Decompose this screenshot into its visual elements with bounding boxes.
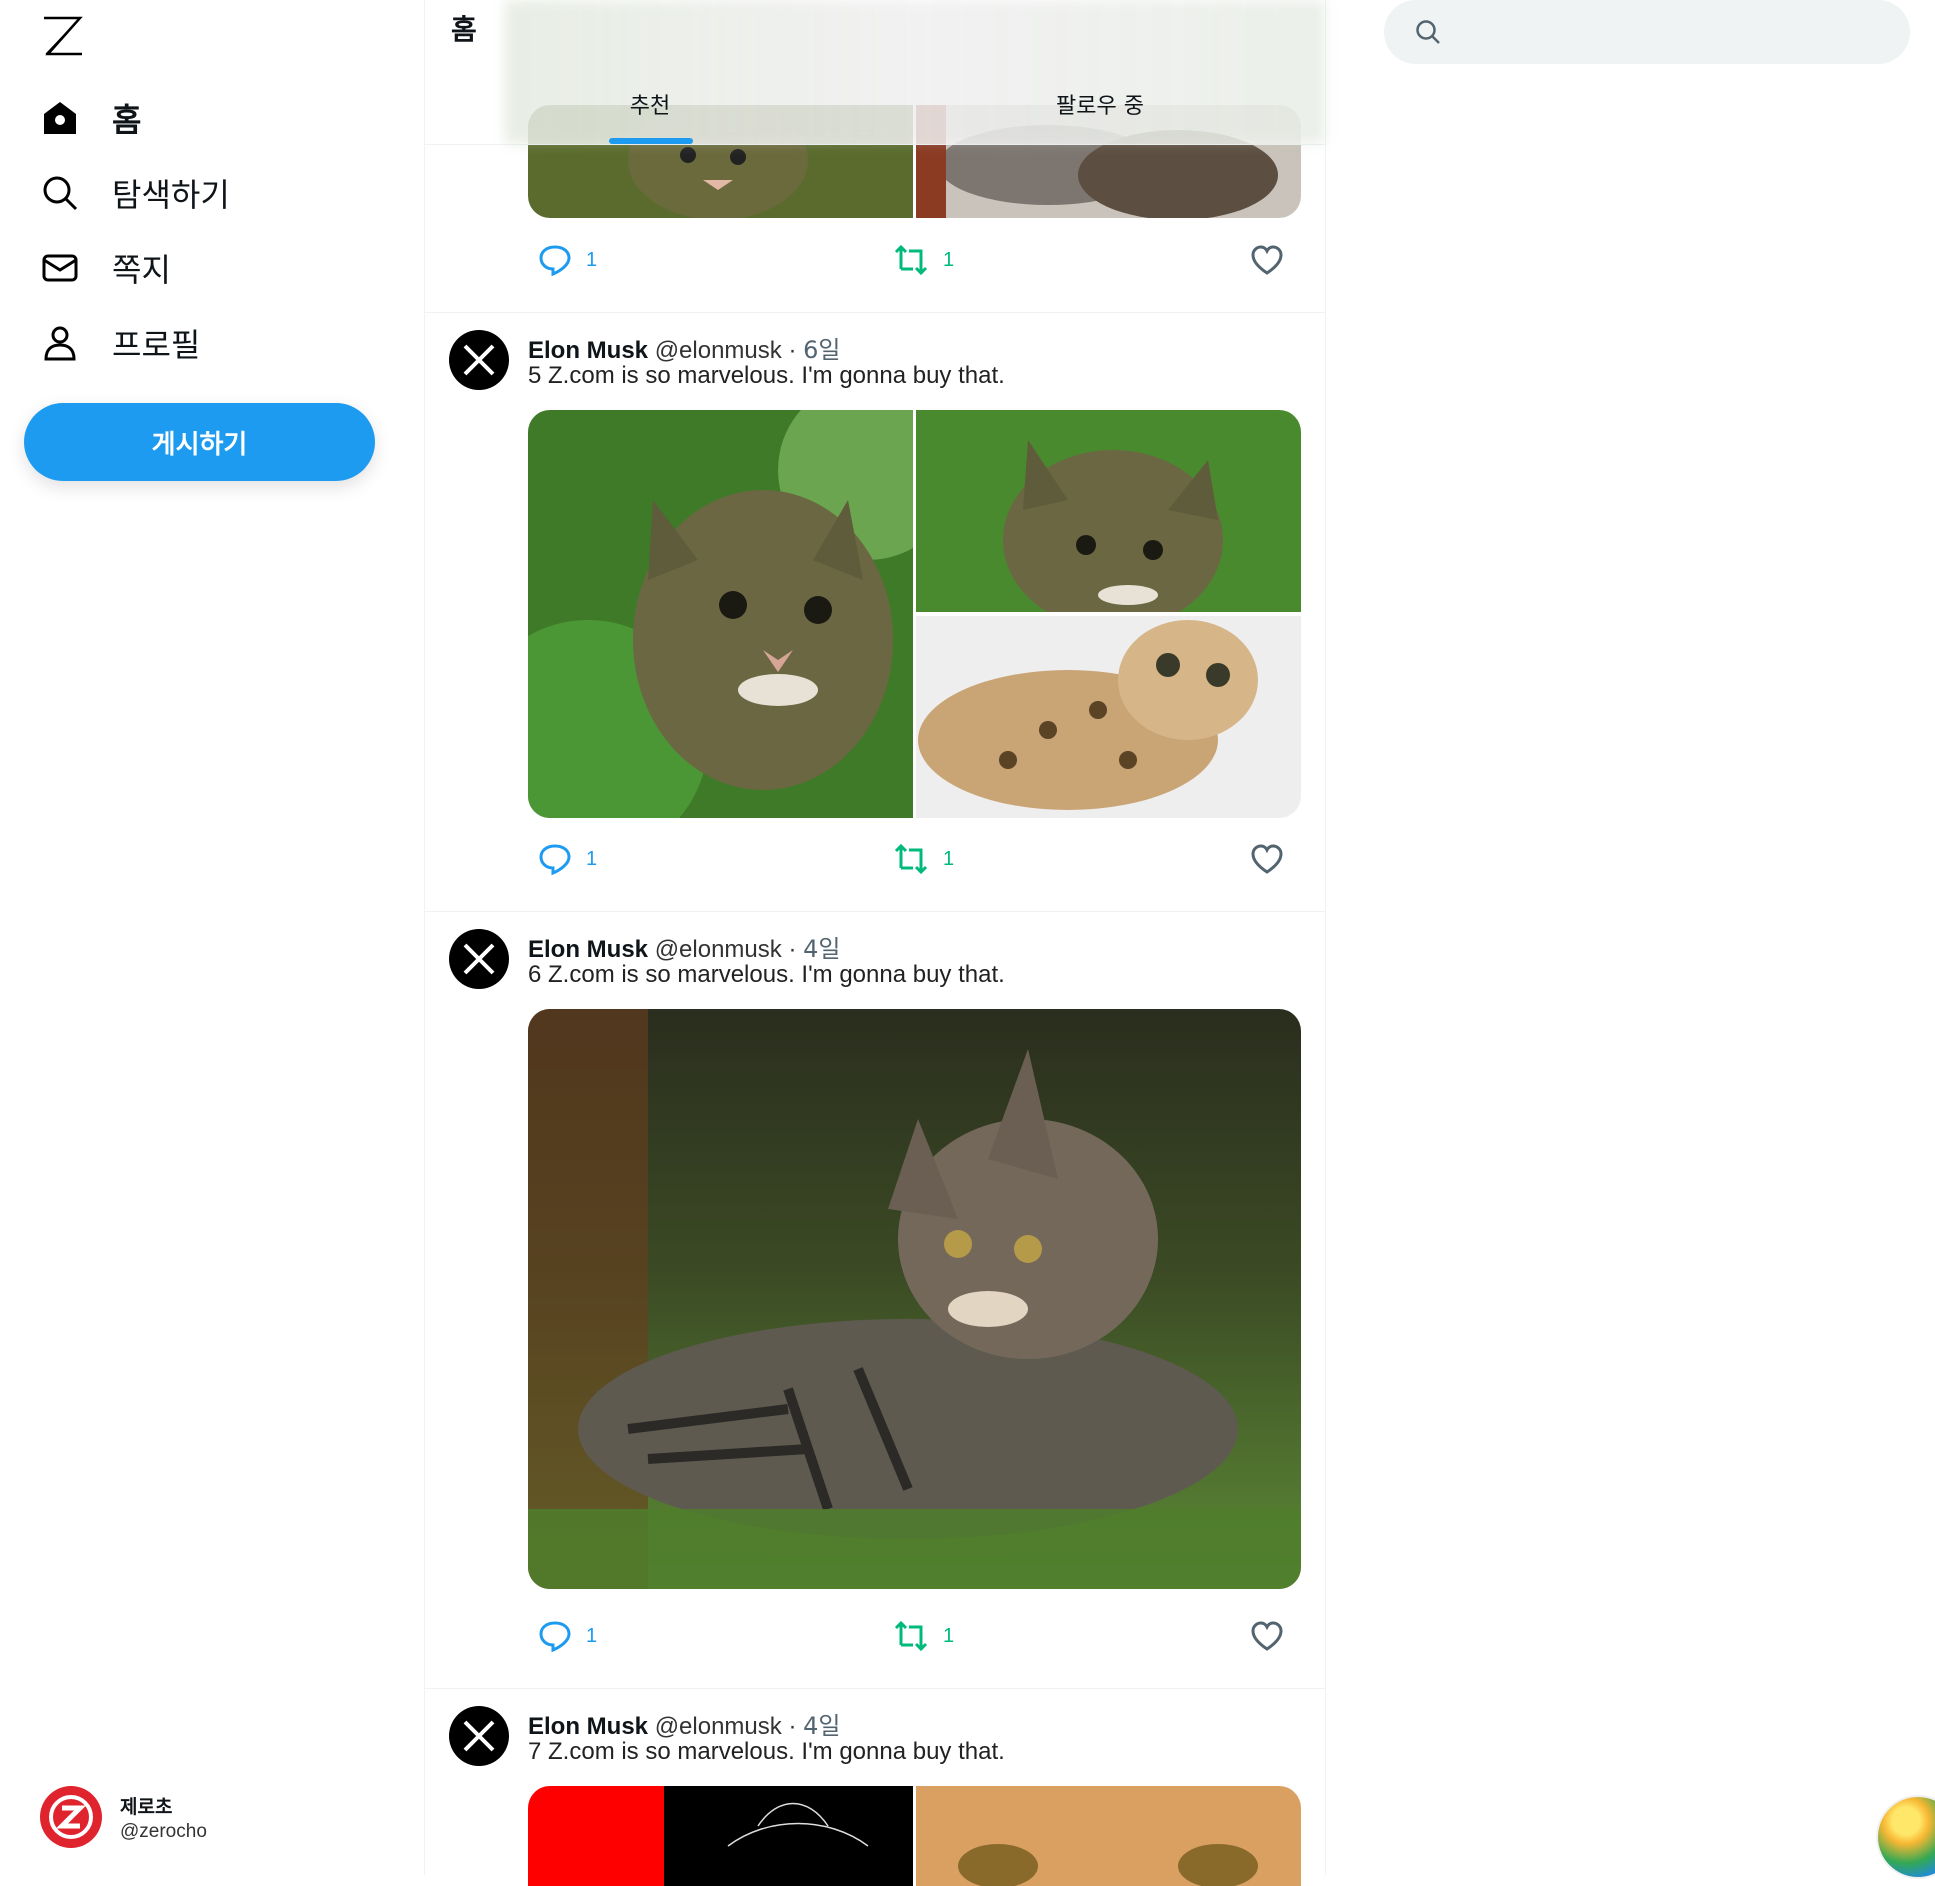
post-text: 6 Z.com is so marvelous. I'm gonna buy t… bbox=[528, 961, 1005, 988]
tab-following[interactable]: 팔로우 중 bbox=[875, 72, 1325, 144]
repost-icon bbox=[894, 1620, 928, 1652]
post-media[interactable] bbox=[528, 410, 1301, 818]
repost-icon bbox=[894, 244, 928, 276]
reply-count: 1 bbox=[586, 248, 598, 271]
reply-count: 1 bbox=[586, 1624, 598, 1647]
repost-count: 1 bbox=[943, 847, 955, 870]
author-handle[interactable]: @elonmusk bbox=[655, 936, 782, 963]
post-text: 7 Z.com is so marvelous. I'm gonna buy t… bbox=[528, 1738, 1005, 1765]
account-handle: @zerocho bbox=[120, 1820, 207, 1842]
timeline-header: 홈 추천 팔로우 중 bbox=[425, 0, 1325, 145]
heart-icon bbox=[1251, 844, 1283, 874]
tab-active-indicator bbox=[609, 138, 693, 144]
repost-button[interactable]: 1 bbox=[893, 243, 954, 277]
heart-icon bbox=[1251, 1621, 1283, 1651]
post-time[interactable]: 4일 bbox=[803, 1712, 840, 1740]
separator-dot: · bbox=[788, 337, 797, 364]
post-actions: 1 1 bbox=[528, 842, 1301, 882]
separator-dot: · bbox=[788, 1713, 797, 1740]
avatar[interactable] bbox=[449, 330, 509, 390]
search-icon bbox=[1416, 20, 1440, 44]
heart-icon bbox=[1251, 245, 1283, 275]
repost-button[interactable]: 1 bbox=[893, 842, 954, 876]
account-switcher[interactable]: 제로초 @zerocho bbox=[40, 1786, 207, 1848]
avatar bbox=[40, 1786, 102, 1848]
author-name[interactable]: Elon Musk bbox=[528, 337, 648, 364]
z-logo-icon[interactable] bbox=[40, 14, 86, 60]
tab-recommended-label: 추천 bbox=[629, 94, 671, 119]
post-media[interactable] bbox=[528, 1009, 1301, 1589]
sidebar: 홈 탐색하기 쪽지 프로필 게시하기 제로초 @zerocho bbox=[0, 0, 420, 1875]
post-actions: 1 1 bbox=[528, 243, 1301, 283]
tab-following-label: 팔로우 중 bbox=[1056, 94, 1144, 119]
nav-messages-label: 쪽지 bbox=[112, 251, 171, 289]
repost-icon bbox=[894, 843, 928, 875]
nav-explore[interactable]: 탐색하기 bbox=[40, 165, 230, 221]
x-logo-icon bbox=[463, 943, 495, 975]
author-name[interactable]: Elon Musk bbox=[528, 936, 648, 963]
reply-button[interactable]: 1 bbox=[538, 842, 597, 876]
separator-dot: · bbox=[788, 936, 797, 963]
person-icon bbox=[40, 323, 80, 363]
post-text: 5 Z.com is so marvelous. I'm gonna buy t… bbox=[528, 362, 1005, 389]
search-icon bbox=[40, 173, 80, 213]
nav-profile[interactable]: 프로필 bbox=[40, 315, 200, 371]
like-button[interactable] bbox=[1250, 1619, 1284, 1653]
post-button[interactable]: 게시하기 bbox=[24, 403, 375, 481]
post-header: Elon Musk @elonmusk · 4일 bbox=[528, 1706, 840, 1741]
floating-widget-icon[interactable] bbox=[1878, 1797, 1935, 1877]
home-icon bbox=[40, 98, 80, 138]
reply-button[interactable]: 1 bbox=[538, 1619, 597, 1653]
like-button[interactable] bbox=[1250, 243, 1284, 277]
post-media[interactable] bbox=[528, 1786, 1301, 1886]
x-logo-icon bbox=[463, 344, 495, 376]
like-button[interactable] bbox=[1250, 842, 1284, 876]
post[interactable]: Elon Musk @elonmusk · 6일 5 Z.com is so m… bbox=[425, 312, 1325, 912]
post-actions: 1 1 bbox=[528, 1619, 1301, 1659]
search-input[interactable] bbox=[1458, 19, 1882, 45]
repost-button[interactable]: 1 bbox=[893, 1619, 954, 1653]
mail-icon bbox=[40, 248, 80, 288]
author-name[interactable]: Elon Musk bbox=[528, 1713, 648, 1740]
nav-home[interactable]: 홈 bbox=[40, 90, 141, 146]
post[interactable]: Elon Musk @elonmusk · 4일 6 Z.com is so m… bbox=[425, 911, 1325, 1689]
nav-home-label: 홈 bbox=[112, 101, 142, 139]
author-handle[interactable]: @elonmusk bbox=[655, 1713, 782, 1740]
reply-icon bbox=[539, 245, 571, 277]
x-logo-icon bbox=[463, 1720, 495, 1752]
avatar[interactable] bbox=[449, 1706, 509, 1766]
post-time[interactable]: 4일 bbox=[803, 935, 840, 963]
reply-button[interactable]: 1 bbox=[538, 243, 597, 277]
tab-recommended[interactable]: 추천 bbox=[425, 72, 875, 144]
post-header: Elon Musk @elonmusk · 4일 bbox=[528, 929, 840, 964]
nav-messages[interactable]: 쪽지 bbox=[40, 240, 171, 296]
search-bar[interactable] bbox=[1384, 0, 1910, 64]
post-header: Elon Musk @elonmusk · 6일 bbox=[528, 330, 840, 365]
account-name: 제로초 bbox=[120, 1795, 173, 1818]
reply-icon bbox=[539, 1621, 571, 1653]
nav-profile-label: 프로필 bbox=[112, 326, 201, 364]
main-column: 1 1 Elon Musk @elonmusk · 6일 5 Z.com is … bbox=[424, 0, 1326, 1886]
page-title: 홈 bbox=[451, 13, 477, 46]
post-time[interactable]: 6일 bbox=[803, 336, 840, 364]
repost-count: 1 bbox=[943, 1624, 955, 1647]
author-handle[interactable]: @elonmusk bbox=[655, 337, 782, 364]
post[interactable]: Elon Musk @elonmusk · 4일 7 Z.com is so m… bbox=[425, 1688, 1325, 1886]
avatar[interactable] bbox=[449, 929, 509, 989]
nav-explore-label: 탐색하기 bbox=[112, 176, 230, 214]
reply-count: 1 bbox=[586, 847, 598, 870]
repost-count: 1 bbox=[943, 248, 955, 271]
reply-icon bbox=[539, 844, 571, 876]
